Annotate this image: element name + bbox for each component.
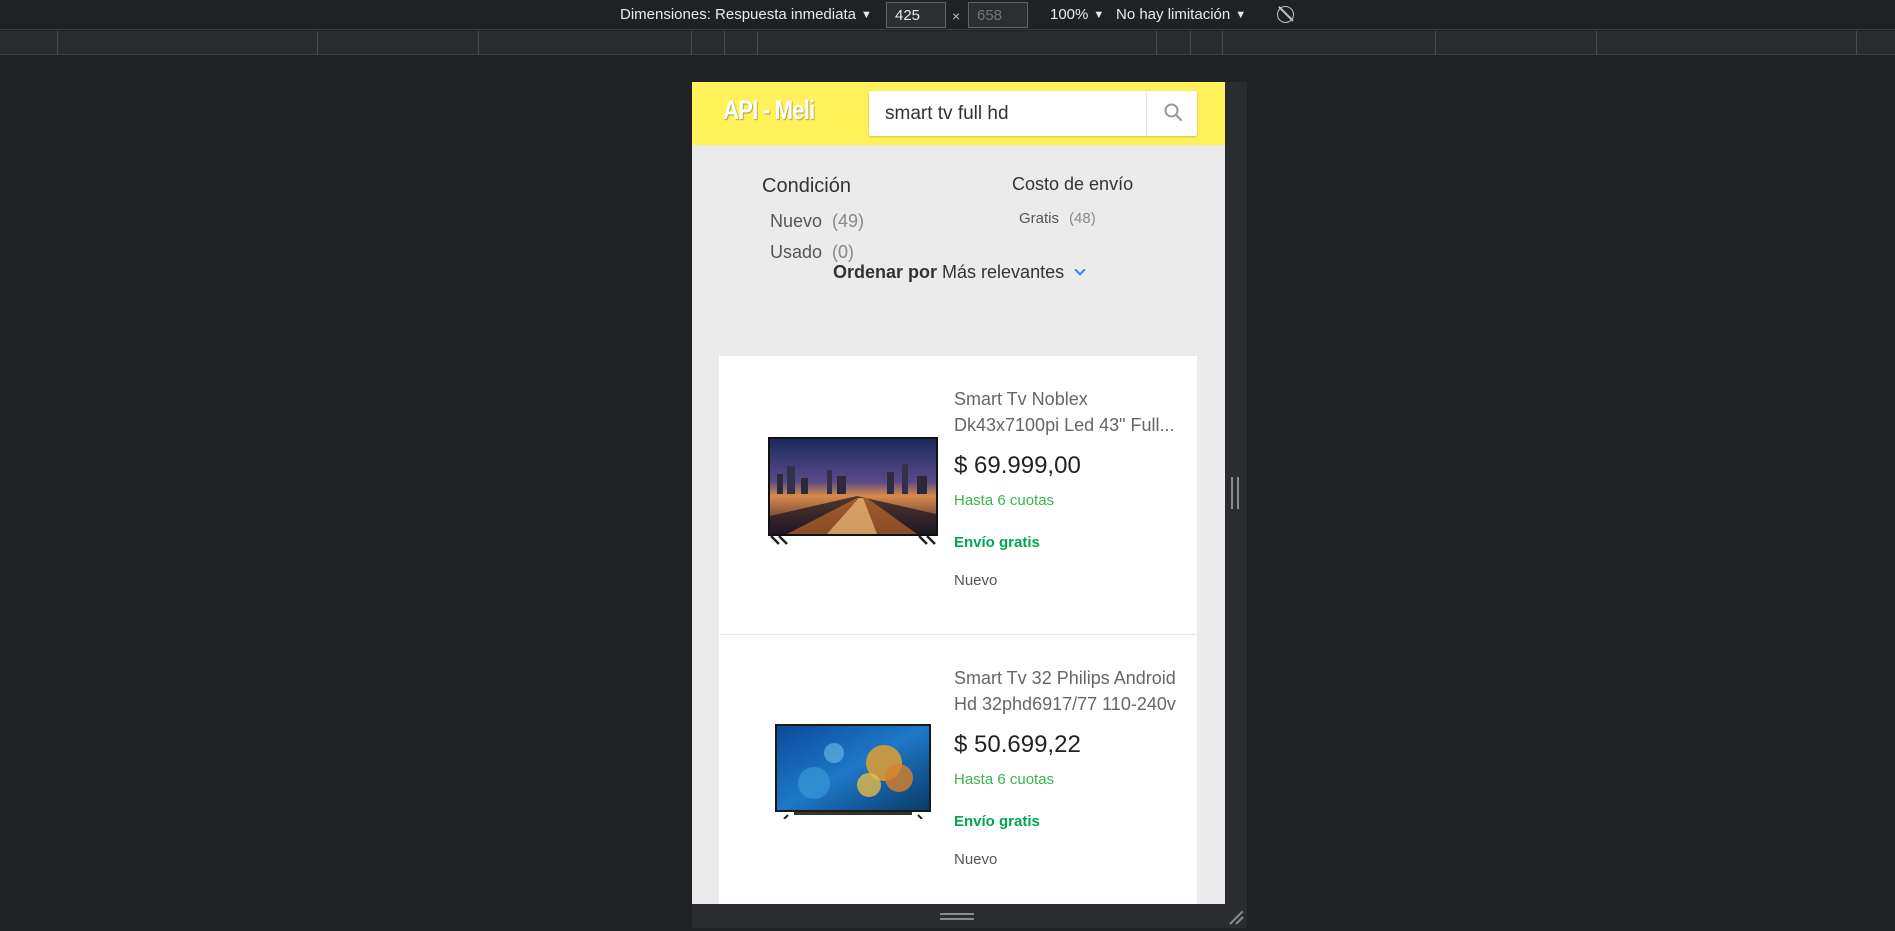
search-icon (1164, 103, 1182, 121)
option-label: Usado (770, 242, 823, 262)
option-count: (48) (1069, 210, 1096, 227)
ruler-tick (757, 31, 758, 55)
option-count: (0) (832, 242, 855, 262)
ruler-tick (57, 31, 58, 55)
condition-option-usado[interactable]: Usado (0) (770, 242, 854, 263)
search-button[interactable] (1146, 91, 1197, 136)
product-card[interactable]: Smart Tv Noblex Dk43x7100pi Led 43" Full… (719, 356, 1197, 635)
ruler-tick (1856, 31, 1857, 55)
product-shipping: Envío gratis (954, 534, 1040, 551)
dimensions-dropdown[interactable]: Dimensiones: Respuesta inmediata ▼ (620, 6, 872, 23)
product-title[interactable]: Smart Tv Noblex Dk43x7100pi Led 43" Full… (954, 386, 1184, 438)
shipping-filter-title: Costo de envío (1012, 174, 1134, 194)
corner-resize-handle[interactable] (1228, 908, 1244, 924)
throttle-dropdown[interactable]: No hay limitación ▼ (1116, 6, 1246, 23)
ruler-tick (317, 31, 318, 55)
chevron-down-icon: ▼ (1093, 8, 1105, 21)
option-count: (49) (832, 211, 865, 231)
product-price: $ 50.699,22 (954, 731, 1081, 758)
site-header: API - Meli (692, 82, 1225, 145)
rotate-icon[interactable] (1277, 6, 1294, 23)
sort-label: Ordenar por (833, 262, 938, 282)
ruler-tick (724, 31, 725, 55)
ruler-tick (1596, 31, 1597, 55)
product-installments: Hasta 6 cuotas (954, 771, 1055, 788)
times-separator: × (952, 8, 961, 24)
chevron-down-icon: ▼ (1235, 8, 1247, 21)
product-card[interactable]: Smart Tv 32 Philips Android Hd 32phd6917… (719, 635, 1197, 904)
ruler-tick (1222, 31, 1223, 55)
product-list: Smart Tv Noblex Dk43x7100pi Led 43" Full… (719, 356, 1197, 904)
media-query-ruler[interactable] (0, 31, 1895, 55)
search-bar (869, 91, 1197, 136)
condition-filter-title: Condición (762, 175, 851, 197)
product-installments: Hasta 6 cuotas (954, 492, 1055, 509)
ruler-tick (1156, 31, 1157, 55)
dimensions-label: Dimensiones: Respuesta inmediata (620, 6, 856, 23)
chevron-down-icon: ▼ (860, 8, 872, 21)
search-input[interactable] (869, 91, 1146, 136)
option-label: Nuevo (770, 211, 823, 231)
product-price: $ 69.999,00 (954, 452, 1081, 479)
throttle-label: No hay limitación (1116, 6, 1231, 23)
tv-coral-image (775, 724, 931, 819)
ruler-tick (1190, 31, 1191, 55)
vertical-resize-handle[interactable] (940, 913, 974, 920)
sort-value: Más relevantes (942, 262, 1065, 282)
horizontal-resize-handle[interactable] (1231, 477, 1239, 509)
ruler-tick (1435, 31, 1436, 55)
site-logo[interactable]: API - Meli (723, 95, 815, 126)
height-input[interactable] (968, 2, 1028, 28)
ruler-tick (478, 31, 479, 55)
filters-panel: Condición Nuevo (49) Usado (0) Costo de en… (692, 145, 1225, 356)
product-condition: Nuevo (954, 851, 998, 868)
zoom-label: 100% (1050, 6, 1089, 23)
device-toolbar: Dimensiones: Respuesta inmediata ▼ × 100… (0, 0, 1895, 30)
option-label: Gratis (1019, 210, 1060, 227)
chevron-down-icon (1074, 264, 1086, 276)
width-input[interactable] (886, 2, 946, 28)
condition-option-nuevo[interactable]: Nuevo (49) (770, 211, 864, 232)
zoom-dropdown[interactable]: 100% ▼ (1050, 6, 1104, 23)
shipping-option-gratis[interactable]: Gratis (48) (1019, 210, 1096, 227)
sort-dropdown[interactable]: Ordenar por Más relevantes (833, 262, 1086, 283)
product-condition: Nuevo (954, 572, 998, 589)
tv-city-night-image (768, 437, 938, 545)
product-title[interactable]: Smart Tv 32 Philips Android Hd 32phd6917… (954, 665, 1184, 717)
product-shipping: Envío gratis (954, 813, 1040, 830)
ruler-tick (691, 31, 692, 55)
device-viewport: API - Meli Condición Nuevo (49) Usado (0) … (692, 82, 1225, 904)
